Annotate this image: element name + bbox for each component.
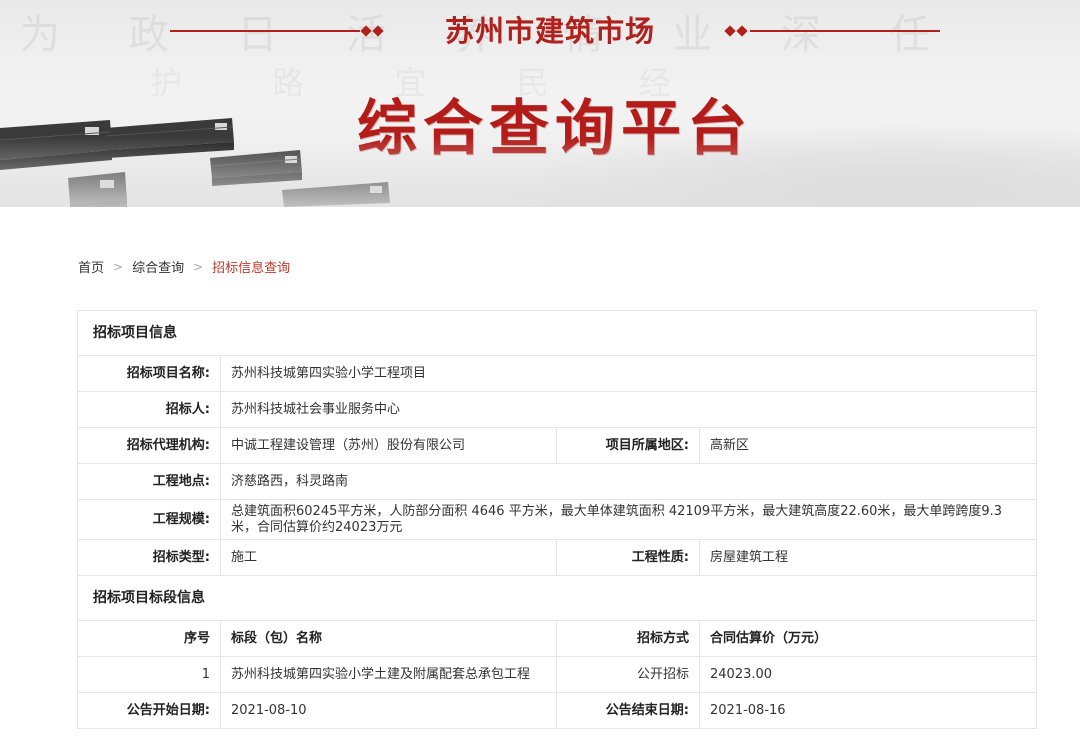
chevron-right-icon: > <box>193 259 204 274</box>
table-row: 招标项目名称: 苏州科技城第四实验小学工程项目 <box>77 355 1037 392</box>
title-decor-line-left <box>170 30 360 32</box>
region-value: 高新区 <box>699 427 1037 464</box>
project-name-label: 招标项目名称: <box>77 355 221 392</box>
lot-name-header: 标段（包）名称 <box>220 620 557 657</box>
scale-value: 总建筑面积60245平方米，人防部分面积 4646 平方米，最大单体建筑面积 4… <box>220 499 1037 540</box>
lot-index-header: 序号 <box>77 620 221 657</box>
project-nature-value: 房屋建筑工程 <box>699 539 1037 576</box>
lot-table-header-row: 序号 标段（包）名称 招标方式 合同估算价（万元） <box>77 620 1037 657</box>
table-row: 工程规模: 总建筑面积60245平方米，人防部分面积 4646 平方米，最大单体… <box>77 499 1037 540</box>
scale-label: 工程规模: <box>77 499 221 540</box>
section-title-lot-info: 招标项目标段信息 <box>77 575 1037 621</box>
lot-method-cell: 公开招标 <box>556 656 700 693</box>
agency-value: 中诚工程建设管理（苏州）股份有限公司 <box>220 427 557 464</box>
tenderer-value: 苏州科技城社会事业服务中心 <box>220 391 1037 428</box>
lot-index-cell: 1 <box>77 656 221 693</box>
banner-mist <box>0 137 1080 207</box>
notice-start-value: 2021-08-10 <box>220 692 557 729</box>
notice-end-label: 公告结束日期: <box>556 692 700 729</box>
breadcrumb-current: 招标信息查询 <box>212 261 291 276</box>
lot-price-header: 合同估算价（万元） <box>699 620 1037 657</box>
notice-start-label: 公告开始日期: <box>77 692 221 729</box>
table-row: 招标人: 苏州科技城社会事业服务中心 <box>77 391 1037 428</box>
tender-info-table: 招标项目信息 招标项目名称: 苏州科技城第四实验小学工程项目 招标人: 苏州科技… <box>77 310 1037 729</box>
main-content-panel: 首页 > 综合查询 > 招标信息查询 招标项目信息 招标项目名称: 苏州科技城第… <box>58 207 1056 737</box>
tender-type-label: 招标类型: <box>77 539 221 576</box>
project-nature-label: 工程性质: <box>556 539 700 576</box>
project-name-value: 苏州科技城第四实验小学工程项目 <box>220 355 1037 392</box>
header-banner: 为 政 日 活 养 情 业 深 任 护 路 宜 民 经 苏州市建筑市场 综合查询… <box>0 0 1080 207</box>
table-row: 招标代理机构: 中诚工程建设管理（苏州）股份有限公司 项目所属地区: 高新区 <box>77 427 1037 464</box>
agency-label: 招标代理机构: <box>77 427 221 464</box>
location-label: 工程地点: <box>77 463 221 500</box>
location-value: 济慈路西，科灵路南 <box>220 463 1037 500</box>
breadcrumb-home-link[interactable]: 首页 <box>78 257 104 276</box>
region-label: 项目所属地区: <box>556 427 700 464</box>
breadcrumb-query-link[interactable]: 综合查询 <box>132 257 184 276</box>
notice-end-value: 2021-08-16 <box>699 692 1037 729</box>
table-row: 工程地点: 济慈路西，科灵路南 <box>77 463 1037 500</box>
lot-price-cell: 24023.00 <box>699 656 1037 693</box>
lot-method-header: 招标方式 <box>556 620 700 657</box>
tender-type-value: 施工 <box>220 539 557 576</box>
breadcrumb: 首页 > 综合查询 > 招标信息查询 <box>78 257 291 277</box>
table-row: 1 苏州科技城第四实验小学土建及附属配套总承包工程 公开招标 24023.00 <box>77 656 1037 693</box>
chevron-right-icon: > <box>113 259 124 274</box>
section-header-row: 招标项目标段信息 <box>77 575 1037 621</box>
tenderer-label: 招标人: <box>77 391 221 428</box>
city-market-title: 苏州市建筑市场 <box>444 14 655 48</box>
section-header-row: 招标项目信息 <box>77 310 1037 356</box>
lot-name-cell: 苏州科技城第四实验小学土建及附属配套总承包工程 <box>220 656 557 693</box>
section-title-project-info: 招标项目信息 <box>77 310 1037 356</box>
title-decor-line-right <box>750 30 940 32</box>
table-row: 招标类型: 施工 工程性质: 房屋建筑工程 <box>77 539 1037 576</box>
table-row: 公告开始日期: 2021-08-10 公告结束日期: 2021-08-16 <box>77 692 1037 729</box>
